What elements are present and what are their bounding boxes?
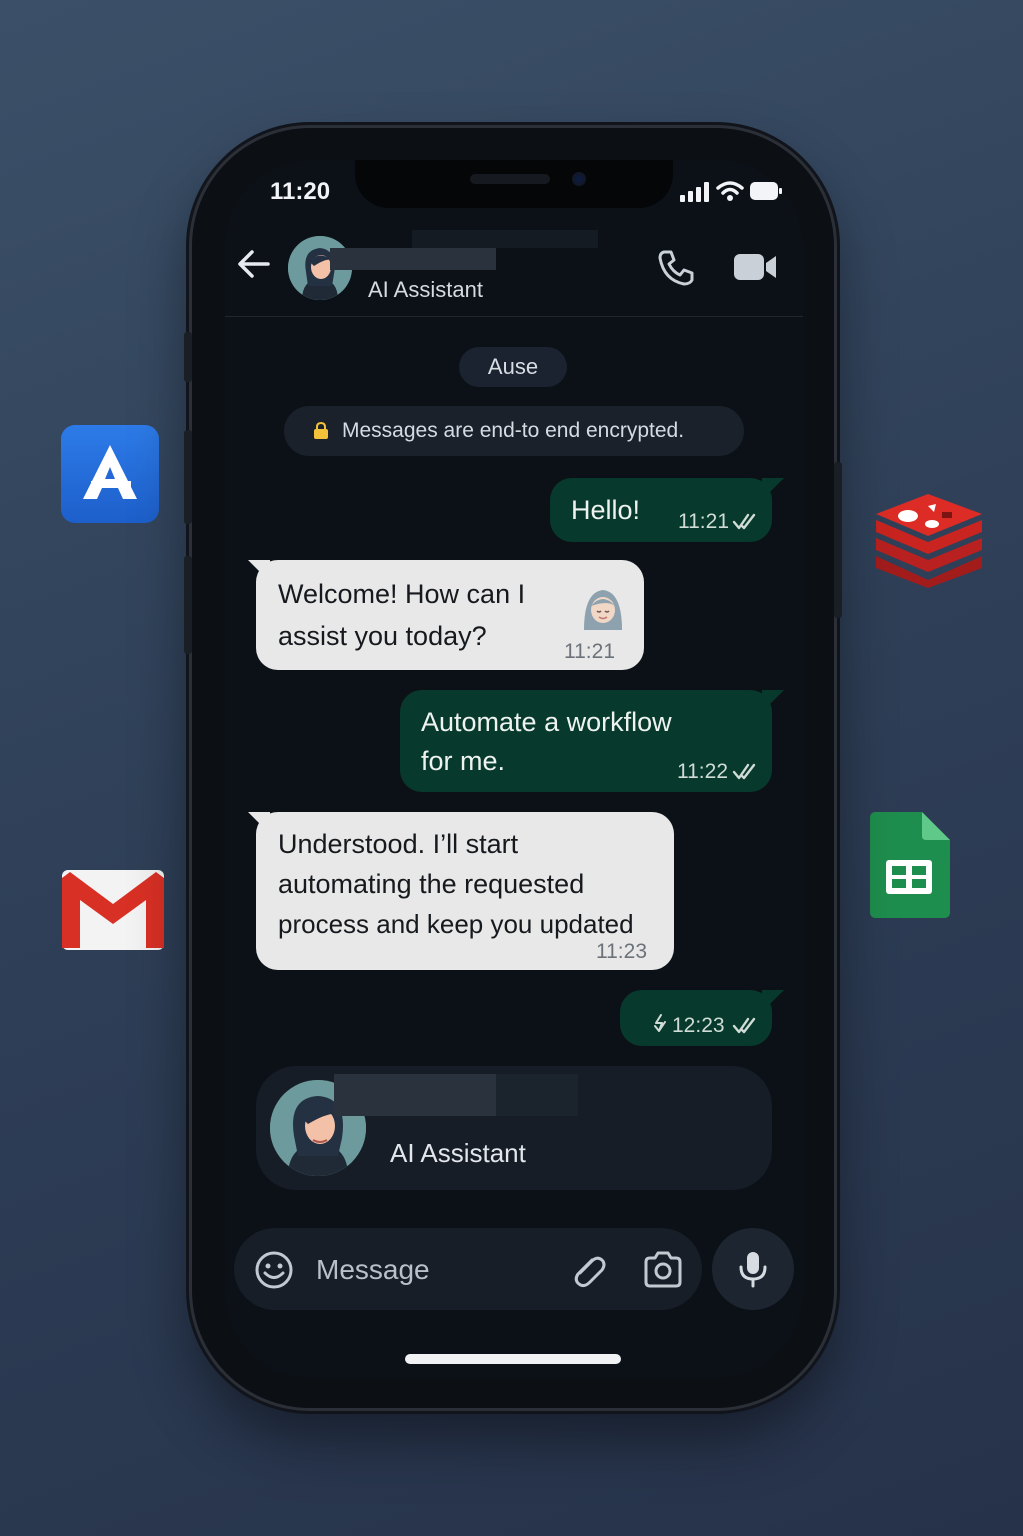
read-ticks-icon	[732, 1017, 756, 1034]
google-sheets-icon	[870, 812, 950, 918]
message-text-line: for me.	[421, 746, 506, 776]
message-text-line: process and keep you updated	[278, 909, 634, 939]
pending-check-icon	[654, 1014, 666, 1032]
volume-down-button	[184, 556, 192, 654]
redacted-name-block	[334, 1074, 496, 1116]
home-indicator[interactable]	[405, 1354, 621, 1364]
read-ticks-icon	[732, 763, 756, 780]
notch	[355, 160, 673, 208]
contact-subtitle: AI Assistant	[368, 277, 483, 302]
message-text-line: Automate a workflow	[421, 707, 672, 737]
message-bubble-incoming[interactable]: Understood. I’ll start automating the re…	[248, 812, 674, 970]
mute-switch	[184, 332, 192, 382]
attachment-icon[interactable]	[568, 1250, 608, 1290]
redis-icon	[872, 494, 984, 588]
speaker	[470, 174, 550, 184]
date-label: Ause	[459, 347, 567, 387]
video-call-icon[interactable]	[732, 250, 778, 284]
back-arrow-icon[interactable]	[232, 242, 276, 286]
volume-up-button	[184, 430, 192, 524]
signal-icon	[680, 182, 710, 207]
message-text-line: Understood. I’ll start	[278, 829, 519, 859]
redacted-name-block	[496, 1074, 578, 1116]
message-bubble-incoming[interactable]: Welcome! How can I assist you today? 11:…	[248, 560, 644, 670]
message-input-bar[interactable]	[234, 1228, 702, 1310]
assistant-avatar-icon	[578, 584, 628, 634]
gmail-icon	[62, 870, 164, 950]
message-text-line: assist you today?	[278, 621, 487, 651]
message-time: 11:21	[564, 640, 615, 663]
wifi-icon	[716, 180, 744, 207]
encryption-text: Messages are end-to end encrypted.	[342, 419, 685, 442]
redacted-name-block	[330, 248, 496, 270]
front-camera	[572, 172, 586, 186]
camera-icon[interactable]	[642, 1250, 684, 1290]
message-text-line: automating the requested	[278, 869, 585, 899]
status-time: 11:20	[270, 178, 331, 205]
message-text: Hello!	[571, 495, 641, 525]
header-divider	[225, 316, 803, 317]
lock-icon	[314, 422, 328, 439]
redacted-name-block	[412, 230, 598, 248]
microphone-icon[interactable]	[737, 1250, 769, 1288]
power-button	[834, 462, 842, 618]
message-time: 12:23	[672, 1014, 725, 1037]
message-time: 11:22	[677, 760, 728, 783]
message-bubble-outgoing[interactable]: 12:23	[620, 990, 784, 1046]
app-a-icon	[61, 425, 159, 523]
message-bubble-outgoing[interactable]: Automate a workflow for me. 11:22	[400, 690, 784, 792]
read-ticks-icon	[732, 513, 756, 530]
encryption-notice[interactable]: Messages are end-to end encrypted.	[284, 406, 744, 456]
message-text-line: Welcome! How can I	[278, 579, 526, 609]
phone-call-icon[interactable]	[656, 248, 696, 288]
battery-icon	[750, 182, 782, 205]
contact-card-subtitle: AI Assistant	[390, 1138, 526, 1168]
message-time: 11:21	[678, 510, 729, 533]
message-time: 11:23	[596, 940, 647, 963]
message-input[interactable]: Message	[316, 1254, 430, 1286]
emoji-icon[interactable]	[254, 1250, 294, 1290]
message-bubble-outgoing[interactable]: Hello! 11:21	[550, 478, 784, 542]
